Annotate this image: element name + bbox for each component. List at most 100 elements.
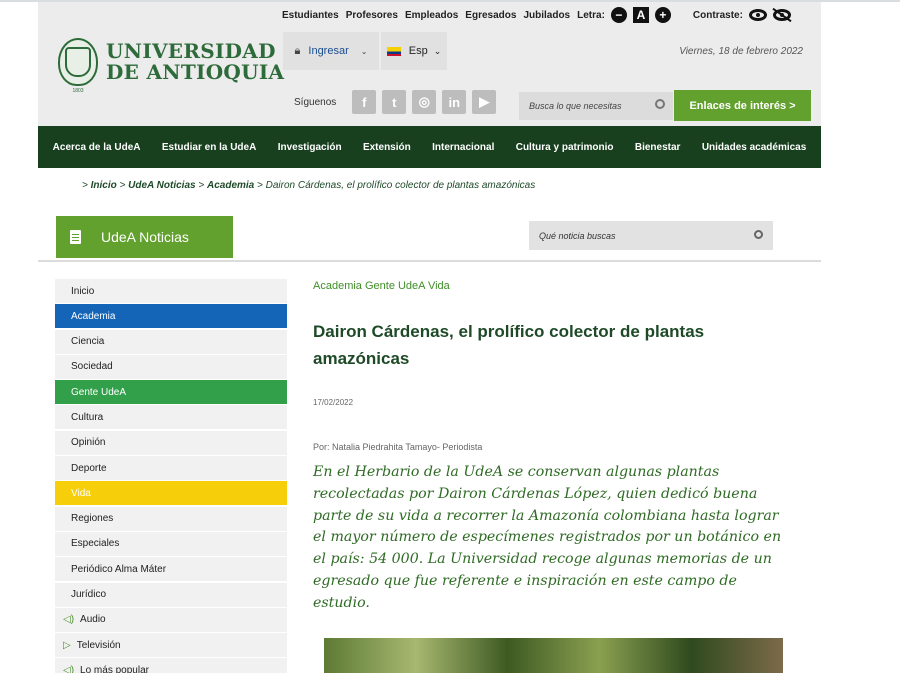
sidebar-item-label: Opinión	[71, 437, 106, 449]
nav-item-estudiar[interactable]: Estudiar en la UdeA	[162, 142, 256, 153]
colombia-flag-icon	[386, 46, 401, 56]
sidebar-item-inicio[interactable]: Inicio	[55, 279, 287, 303]
contrast-off-eye-icon[interactable]	[772, 9, 791, 21]
facebook-icon[interactable]: f	[352, 90, 377, 114]
breadcrumb-item-noticias[interactable]: UdeA Noticias	[128, 180, 195, 191]
breadcrumb-sep: >	[119, 180, 126, 191]
article-author: Por: Natalia Piedrahita Tamayo- Periodis…	[313, 442, 483, 452]
sidebar-item-label: Vida	[71, 487, 91, 499]
sidebar-item-vida[interactable]: Vida	[55, 481, 287, 506]
article-categories[interactable]: Academia Gente UdeA Vida	[313, 280, 783, 292]
search-icon[interactable]	[754, 230, 763, 239]
article-date: 17/02/2022	[313, 398, 354, 407]
language-label: Esp	[408, 45, 428, 57]
news-search-input[interactable]: Qué noticia buscas	[529, 221, 773, 250]
font-size-label: Letra:	[577, 9, 605, 21]
sidebar-item-alma-mater[interactable]: Periódico Alma Máter	[55, 557, 287, 582]
site-search-placeholder: Busca lo que necesitas	[529, 101, 622, 111]
site-header: 1803 UNIVERSIDAD DE ANTIOQUIA Estudiante…	[38, 2, 821, 126]
article-title: Dairon Cárdenas, el prolífico colector d…	[313, 322, 705, 368]
sidebar-item-label: Inicio	[71, 285, 95, 297]
nav-item-investigacion[interactable]: Investigación	[278, 142, 342, 153]
nav-item-acerca[interactable]: Acerca de la UdeA	[53, 142, 141, 153]
logo-line-1: UNIVERSIDAD	[106, 39, 276, 63]
sidebar-item-regiones[interactable]: Regiones	[55, 506, 287, 531]
article: Academia Gente UdeA Vida Dairon Cárdenas…	[313, 280, 783, 615]
instagram-icon[interactable]: ◎	[412, 90, 437, 114]
speaker-icon: ◁)	[63, 614, 75, 626]
breadcrumb-sep: >	[198, 180, 205, 191]
nav-item-cultura[interactable]: Cultura y patrimonio	[516, 142, 614, 153]
sidebar-item-label: Ciencia	[71, 336, 105, 348]
audience-link-profesores[interactable]: Profesores	[346, 10, 398, 21]
sidebar-item-label: Regiones	[71, 513, 114, 525]
sidebar-item-gente-udea[interactable]: Gente UdeA	[55, 380, 287, 405]
news-search-placeholder: Qué noticia buscas	[539, 230, 616, 241]
youtube-icon[interactable]: ▶	[472, 90, 497, 114]
sidebar-item-label: Cultura	[71, 411, 104, 423]
breadcrumb-sep: >	[82, 180, 88, 191]
contrast-on-eye-icon[interactable]	[748, 9, 767, 21]
sidebar-item-academia[interactable]: Academia	[55, 304, 287, 329]
links-of-interest-button[interactable]: Enlaces de interés >	[674, 90, 811, 121]
sidebar-item-juridico[interactable]: Jurídico	[55, 582, 287, 607]
search-icon[interactable]	[655, 99, 665, 109]
chevron-down-icon: ⌄	[360, 46, 368, 56]
sidebar-item-label: Especiales	[71, 538, 120, 550]
sidebar-item-label: Lo más popular	[80, 664, 149, 673]
nav-item-bienestar[interactable]: Bienestar	[635, 142, 681, 153]
sidebar-item-opinion[interactable]: Opinión	[55, 430, 287, 455]
sidebar-item-label: Gente UdeA	[71, 386, 127, 398]
sidebar-item-label: Jurídico	[71, 589, 107, 601]
sidebar-item-ciencia[interactable]: Ciencia	[55, 329, 287, 354]
site-search-input[interactable]: Busca lo que necesitas	[519, 92, 673, 120]
login-button[interactable]: 🔒︎ Ingresar ⌄	[283, 32, 379, 70]
social-label: Síguenos	[294, 96, 337, 108]
linkedin-icon[interactable]: in	[442, 90, 467, 114]
audience-link-estudiantes[interactable]: Estudiantes	[282, 10, 339, 21]
nav-item-internacional[interactable]: Internacional	[432, 142, 494, 153]
sidebar-item-cultura[interactable]: Cultura	[55, 405, 287, 430]
sidebar-item-audio[interactable]: ◁) Audio	[55, 607, 287, 632]
lock-icon: 🔒︎	[294, 44, 301, 57]
article-lead: En el Herbario de la UdeA se conservan a…	[313, 464, 782, 611]
breadcrumb-current: Dairon Cárdenas, el prolífico colector d…	[265, 180, 536, 191]
breadcrumb-item-academia[interactable]: Academia	[207, 180, 254, 191]
sidebar-item-label: Deporte	[71, 462, 107, 474]
sidebar-item-especiales[interactable]: Especiales	[55, 531, 287, 556]
font-reset-icon[interactable]: A	[632, 7, 649, 23]
sidebar-item-label: Sociedad	[71, 361, 113, 373]
logo-line-2: DE ANTIOQUIA	[106, 60, 285, 84]
sidebar-item-television[interactable]: ▷ Televisión	[55, 633, 287, 658]
breadcrumb-sep: >	[257, 180, 263, 191]
sidebar-item-deporte[interactable]: Deporte	[55, 456, 287, 481]
news-sidebar: Inicio Academia Ciencia Sociedad Gente U…	[55, 279, 287, 673]
audience-link-egresados[interactable]: Egresados	[465, 10, 516, 21]
breadcrumb-item-inicio[interactable]: Inicio	[91, 180, 117, 191]
speaker-icon: ◁)	[63, 664, 75, 673]
audience-link-jubilados[interactable]: Jubilados	[523, 10, 570, 21]
font-increase-icon[interactable]: +	[654, 7, 671, 23]
university-seal-icon: 1803	[58, 38, 98, 94]
login-label: Ingresar	[308, 45, 349, 57]
audience-link-empleados[interactable]: Empleados	[405, 10, 458, 21]
play-icon: ▷	[63, 639, 71, 651]
language-select[interactable]: Esp ⌄	[381, 32, 447, 70]
nav-item-extension[interactable]: Extensión	[363, 142, 411, 153]
sidebar-item-lo-mas-popular[interactable]: ◁) Lo más popular	[55, 658, 287, 673]
social-bar: Síguenos f t ◎ in ▶	[294, 90, 502, 114]
university-logo[interactable]: 1803 UNIVERSIDAD DE ANTIOQUIA	[58, 38, 285, 94]
sidebar-item-label: Televisión	[76, 639, 121, 651]
audience-bar: Estudiantes Profesores Empleados Egresad…	[282, 6, 821, 24]
nav-item-unidades[interactable]: Unidades académicas	[702, 142, 807, 153]
sidebar-item-sociedad[interactable]: Sociedad	[55, 354, 287, 379]
login-bar: 🔒︎ Ingresar ⌄ Esp ⌄	[283, 32, 447, 70]
twitter-icon[interactable]: t	[382, 90, 407, 114]
sidebar-item-label: Audio	[80, 614, 106, 626]
noticias-section-header[interactable]: UdeA Noticias	[56, 216, 233, 258]
sidebar-item-label: Periódico Alma Máter	[71, 563, 167, 575]
sidebar-item-label: Academia	[71, 310, 116, 322]
font-decrease-icon[interactable]: −	[610, 7, 627, 23]
current-date: Viernes, 18 de febrero 2022	[679, 46, 803, 57]
chevron-down-icon: ⌄	[433, 45, 442, 56]
